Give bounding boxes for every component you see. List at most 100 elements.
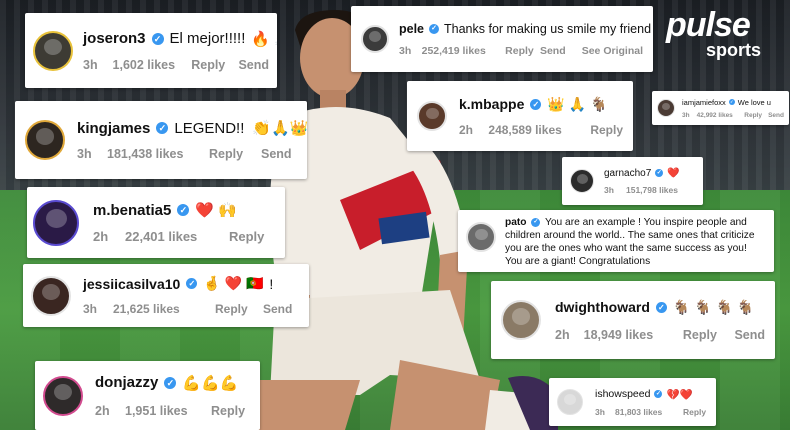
username[interactable]: k.mbappe xyxy=(459,96,524,112)
avatar[interactable] xyxy=(361,25,389,53)
send-button[interactable]: Send xyxy=(734,328,765,342)
comment-card-donjazzy: donjazzy ✓ 💪💪💪 2h 1,951 likes Reply xyxy=(35,361,260,430)
comment-card-iamjamiefoxx: iamjamiefoxx ✓ We love u 3h 42,992 likes… xyxy=(652,91,789,125)
photo-background: pulse sports joseron3 ✓ El mejor!!!!! 🔥 … xyxy=(0,0,790,430)
verified-badge-icon: ✓ xyxy=(531,217,541,227)
comment-card-m-benatia5: m.benatia5 ✓ ❤️ 🙌 2h 22,401 likes Reply xyxy=(27,187,285,258)
comment-card-joseron3: joseron3 ✓ El mejor!!!!! 🔥 👏 3h 1,602 li… xyxy=(25,13,277,88)
comment-time: 2h xyxy=(555,327,570,342)
see-original-button[interactable]: See Original xyxy=(582,45,643,57)
reply-button[interactable]: Reply xyxy=(590,123,623,137)
comment-time: 2h xyxy=(93,229,109,244)
username[interactable]: joseron3 xyxy=(83,30,146,47)
avatar[interactable] xyxy=(570,169,594,193)
send-button[interactable]: Send xyxy=(540,45,582,57)
comment-time: 3h xyxy=(399,45,412,57)
username[interactable]: ishowspeed xyxy=(595,388,650,400)
like-count[interactable]: 42,992 likes xyxy=(697,112,745,119)
username[interactable]: donjazzy xyxy=(95,374,158,391)
comment-text: ! xyxy=(269,275,274,292)
comment-emoji: ❤️ xyxy=(667,167,680,179)
comment-card-kingjames: kingjames ✓ LEGEND!! 👏🙏👑 3h 181,438 like… xyxy=(15,101,307,179)
comment-text: We love u xyxy=(737,97,771,107)
avatar[interactable] xyxy=(43,375,83,416)
pulse-sports-logo: pulse sports xyxy=(666,6,784,64)
reply-button[interactable]: Reply xyxy=(744,112,768,119)
comment-time: 3h xyxy=(682,111,690,119)
comment-emoji: 💔❤️ xyxy=(666,388,693,401)
like-count[interactable]: 151,798 likes xyxy=(626,185,678,195)
send-button[interactable]: Send xyxy=(238,58,269,72)
like-count[interactable]: 81,803 likes xyxy=(615,407,683,417)
comment-card-jessiicasilva10: jessiicasilva10 ✓ 🤞 ❤️ 🇵🇹 ! 3h 21,625 li… xyxy=(23,264,309,327)
comment-time: 3h xyxy=(83,302,98,316)
comment-time: 3h xyxy=(604,184,614,195)
like-count[interactable]: 1,951 likes xyxy=(125,404,211,418)
comment-emoji: 👑 🙏 🐐 xyxy=(547,95,608,112)
username[interactable]: iamjamiefoxx xyxy=(682,98,726,107)
comment-emoji: 💪💪💪 xyxy=(182,374,239,392)
reply-button[interactable]: Reply xyxy=(505,45,540,57)
avatar[interactable] xyxy=(33,199,79,246)
comment-time: 3h xyxy=(595,406,605,417)
reply-button[interactable]: Reply xyxy=(229,229,264,244)
verified-badge-icon: ✓ xyxy=(530,98,542,110)
avatar[interactable] xyxy=(657,99,675,117)
like-count[interactable]: 1,602 likes xyxy=(113,58,192,72)
comment-text: You are an example ! You inspire people … xyxy=(505,217,755,267)
comment-text: El mejor!!!!! xyxy=(169,30,246,47)
comment-card-pato: pato ✓ You are an example ! You inspire … xyxy=(458,210,774,272)
verified-badge-icon: ✓ xyxy=(164,376,177,389)
avatar[interactable] xyxy=(33,30,73,71)
verified-badge-icon: ✓ xyxy=(654,390,663,398)
comment-card-pele: pele ✓ Thanks for making us smile my fri… xyxy=(351,6,653,72)
username[interactable]: kingjames xyxy=(77,120,150,137)
username[interactable]: pele xyxy=(399,22,424,36)
like-count[interactable]: 248,589 likes xyxy=(488,123,590,137)
reply-button[interactable]: Reply xyxy=(683,407,706,417)
like-count[interactable]: 181,438 likes xyxy=(107,147,209,161)
comment-time: 3h xyxy=(83,57,98,72)
like-count[interactable]: 22,401 likes xyxy=(125,229,229,244)
comment-emoji: 🔥 👏 xyxy=(251,30,277,48)
avatar[interactable] xyxy=(31,275,71,316)
avatar[interactable] xyxy=(25,120,65,160)
comment-card-k-mbappe: k.mbappe ✓ 👑 🙏 🐐 2h 248,589 likes Reply xyxy=(407,81,633,151)
like-count[interactable]: 252,419 likes xyxy=(422,45,506,57)
username[interactable]: jessiicasilva10 xyxy=(83,276,180,292)
comment-time: 2h xyxy=(95,403,110,418)
send-button[interactable]: Send xyxy=(768,112,784,119)
reply-button[interactable]: Reply xyxy=(191,58,238,72)
avatar[interactable] xyxy=(557,389,583,415)
username[interactable]: pato xyxy=(505,217,527,228)
comment-text: Thanks for making us smile my friend xyxy=(444,21,652,36)
comment-card-ishowspeed: ishowspeed ✓ 💔❤️ 3h 81,803 likes Reply xyxy=(549,378,716,426)
comment-time: 2h xyxy=(459,122,474,137)
reply-button[interactable]: Reply xyxy=(209,147,261,161)
verified-badge-icon: ✓ xyxy=(655,301,667,313)
avatar[interactable] xyxy=(501,300,541,340)
comment-card-garnacho7: garnacho7 ✓ ❤️ 3h 151,798 likes xyxy=(562,157,703,205)
username[interactable]: m.benatia5 xyxy=(93,202,171,219)
comment-emoji: 🐐 🐐 🐐 🐐 xyxy=(672,298,755,315)
reply-button[interactable]: Reply xyxy=(215,302,263,316)
send-button[interactable]: Send xyxy=(261,147,292,161)
like-count[interactable]: 21,625 likes xyxy=(113,302,215,316)
reply-button[interactable]: Reply xyxy=(211,404,245,418)
comment-time: 3h xyxy=(77,147,92,161)
reply-button[interactable]: Reply xyxy=(683,328,735,342)
comment-text: LEGEND!! xyxy=(174,119,245,137)
verified-badge-icon: ✓ xyxy=(156,122,169,134)
verified-badge-icon: ✓ xyxy=(429,23,440,34)
avatar[interactable] xyxy=(417,101,447,131)
like-count[interactable]: 18,949 likes xyxy=(584,328,683,342)
verified-badge-icon: ✓ xyxy=(151,32,164,45)
username[interactable]: dwighthoward xyxy=(555,299,650,315)
verified-badge-icon: ✓ xyxy=(186,278,198,289)
username[interactable]: garnacho7 xyxy=(604,168,651,179)
avatar[interactable] xyxy=(466,222,496,252)
comment-card-dwighthoward: dwighthoward ✓ 🐐 🐐 🐐 🐐 2h 18,949 likes R… xyxy=(491,281,775,359)
send-button[interactable]: Send xyxy=(263,302,292,316)
verified-badge-icon: ✓ xyxy=(728,99,735,105)
comment-emoji: ❤️ 🙌 xyxy=(195,202,237,219)
